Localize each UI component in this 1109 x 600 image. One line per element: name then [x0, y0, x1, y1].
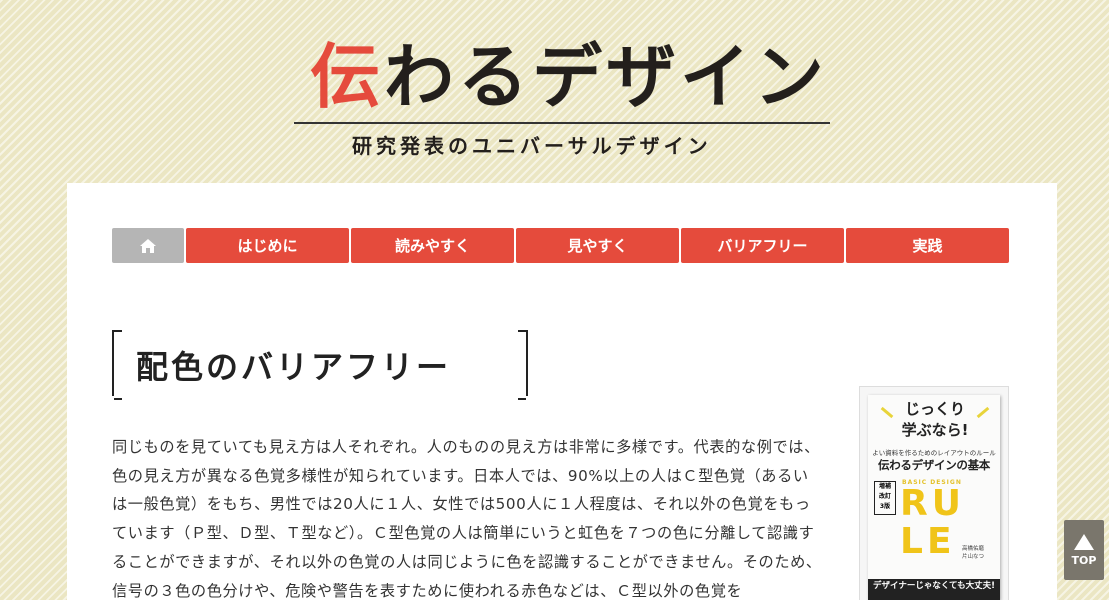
- site-logo[interactable]: 伝わるデザイン 研究発表のユニバーサルデザイン: [292, 40, 832, 160]
- back-to-top-button[interactable]: TOP: [1064, 520, 1104, 580]
- main-content: はじめに 読みやすく 見やすく バリアフリー 実践 配色のバリアフリー 同じもの…: [67, 183, 1057, 600]
- home-icon: [140, 238, 156, 253]
- book-cover-image: じっくり 学ぶなら! よい資料を作るためのレイアウトのルール 伝わるデザインの基…: [868, 395, 1000, 600]
- back-to-top-label: TOP: [1071, 553, 1097, 567]
- page-title: 配色のバリアフリー: [136, 348, 452, 386]
- nav-item-intro[interactable]: はじめに: [186, 228, 349, 263]
- nav-home-button[interactable]: [112, 228, 184, 263]
- badge-line3: 3版: [879, 503, 891, 510]
- nav-item-readability[interactable]: 読みやすく: [351, 228, 514, 263]
- logo-title: 伝わるデザイン: [310, 42, 828, 112]
- book-author-2: 片山なつ: [962, 554, 985, 560]
- badge-line2: 改訂: [878, 493, 891, 500]
- book-title: 伝わるデザインの基本: [878, 458, 990, 472]
- global-nav: はじめに 読みやすく 見やすく バリアフリー 実践: [112, 228, 1009, 263]
- badge-line1: 増補: [878, 483, 891, 490]
- book-author-1: 高橋佑磨: [962, 546, 985, 552]
- logo-first-char: 伝: [310, 36, 384, 118]
- book-edition-badge: 増補 改訂 3版: [874, 481, 896, 515]
- up-arrow-icon: [1074, 533, 1094, 550]
- logo-subtitle: 研究発表のユニバーサルデザイン: [352, 134, 712, 158]
- book-tagline: よい資料を作るためのレイアウトのルール: [872, 449, 996, 457]
- book-bubble-line1: じっくり: [904, 400, 965, 418]
- site-header: 伝わるデザイン 研究発表のユニバーサルデザイン: [0, 0, 1109, 183]
- book-banner: デザイナーじゃなくても大丈夫!: [868, 579, 1000, 600]
- nav-item-practice[interactable]: 実践: [846, 228, 1009, 263]
- nav-item-barrier-free[interactable]: バリアフリー: [681, 228, 844, 263]
- book-bubble-line2: 学ぶなら!: [901, 421, 969, 439]
- page-title-frame: 配色のバリアフリー: [112, 330, 528, 400]
- logo-rest: わるデザイン: [384, 36, 828, 118]
- book-rule-text: RULE: [900, 483, 965, 562]
- book-bubble: じっくり 学ぶなら!: [890, 399, 980, 445]
- book-ad[interactable]: じっくり 学ぶなら! よい資料を作るためのレイアウトのルール 伝わるデザインの基…: [859, 386, 1009, 600]
- logo-divider: [294, 122, 830, 124]
- article-body: 同じものを見ていても見え方は人それぞれ。人のものの見え方は非常に多様です。代表的…: [112, 438, 822, 600]
- nav-item-visibility[interactable]: 見やすく: [516, 228, 679, 263]
- book-authors: 高橋佑磨 片山なつ: [962, 545, 984, 561]
